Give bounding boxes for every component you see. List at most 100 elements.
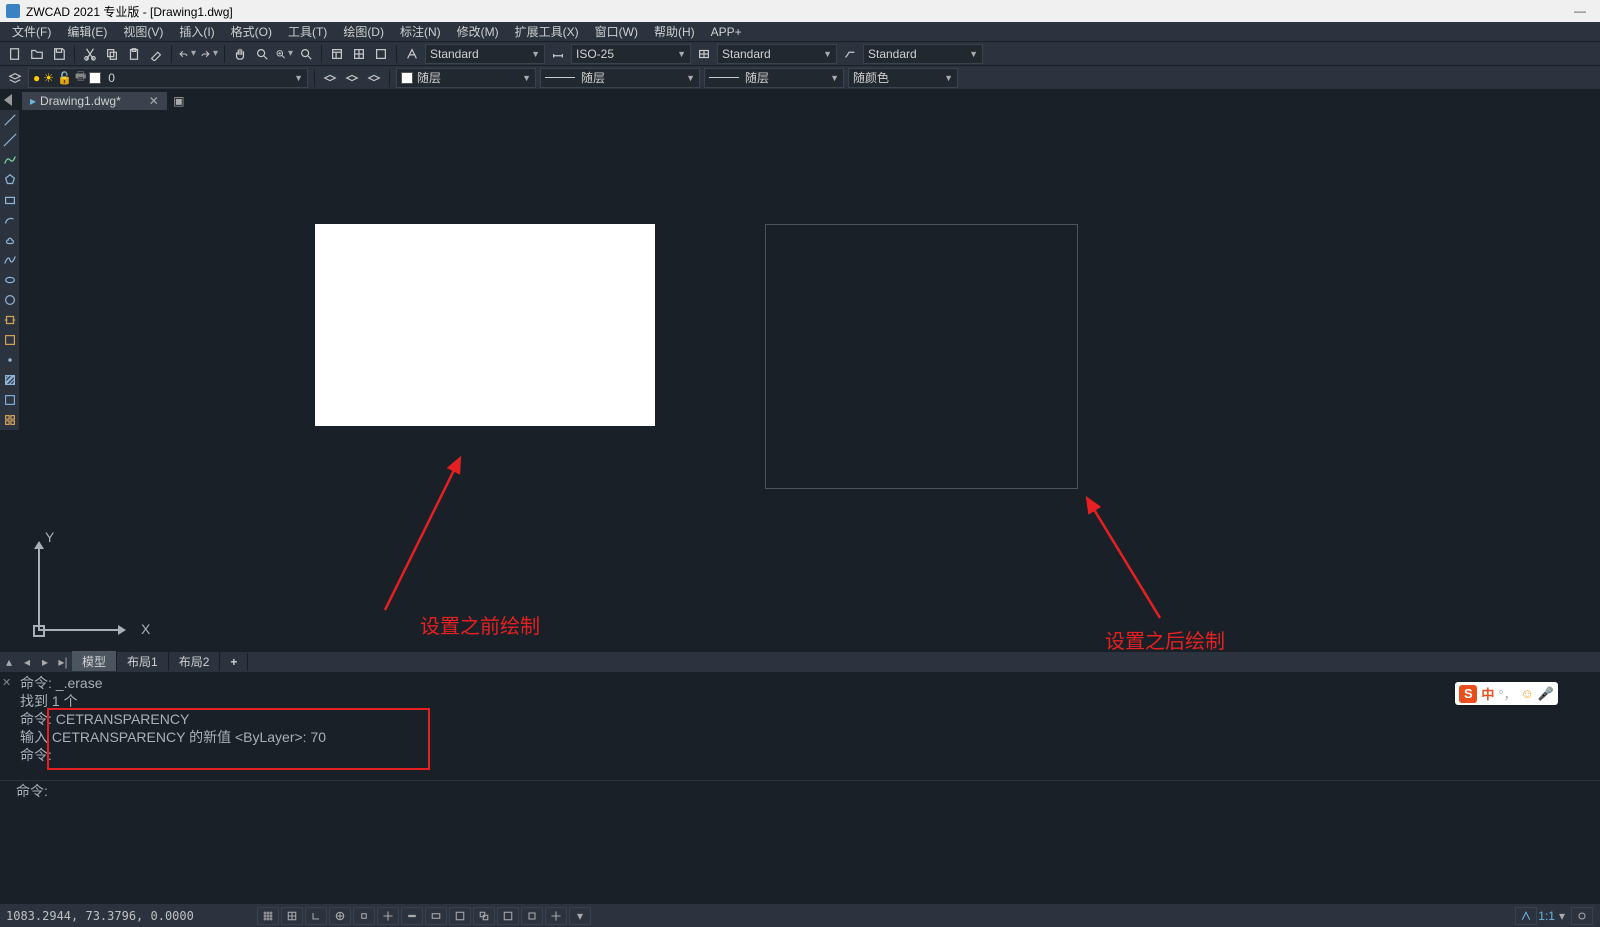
anno-menu-button[interactable]: ▾ xyxy=(1559,909,1565,923)
save-button[interactable] xyxy=(49,44,69,64)
tab-nav-next-button[interactable]: ▸ xyxy=(36,653,54,671)
solid-rectangle-object[interactable] xyxy=(315,224,655,426)
model-toggle-button[interactable] xyxy=(449,907,471,925)
menu-modify[interactable]: 修改(M) xyxy=(449,23,507,40)
menu-help[interactable]: 帮助(H) xyxy=(646,23,703,40)
menu-app[interactable]: APP+ xyxy=(703,25,750,39)
line-tool-button[interactable] xyxy=(1,111,19,129)
ime-mic-icon[interactable]: 🎤 xyxy=(1538,686,1554,702)
paste-button[interactable] xyxy=(124,44,144,64)
layout1-tab[interactable]: 布局1 xyxy=(117,651,169,672)
tab-menu-icon[interactable] xyxy=(4,94,12,106)
add-layout-tab[interactable]: + xyxy=(220,653,248,671)
region-tool-button[interactable] xyxy=(1,411,19,429)
command-input[interactable] xyxy=(48,783,1600,799)
layout2-tab[interactable]: 布局2 xyxy=(169,651,221,672)
snap-toggle-button[interactable] xyxy=(257,907,279,925)
statusbar-more-button[interactable]: ▾ xyxy=(569,907,591,925)
tablestyle-combo[interactable]: Standard▼ xyxy=(717,44,837,64)
ime-emoji-icon[interactable]: ☺ xyxy=(1521,686,1534,701)
osnap-toggle-button[interactable] xyxy=(353,907,375,925)
rectangle-tool-button[interactable] xyxy=(1,191,19,209)
pan-button[interactable] xyxy=(230,44,250,64)
design-center-button[interactable] xyxy=(349,44,369,64)
layer-props-button[interactable] xyxy=(5,68,25,88)
xline-tool-button[interactable] xyxy=(1,131,19,149)
redo-button[interactable]: ▾ xyxy=(199,44,219,64)
annotation-scale-label[interactable]: 1:1 xyxy=(1538,909,1555,923)
zoom-realtime-button[interactable] xyxy=(252,44,272,64)
lineweight-combo[interactable]: 随层▼ xyxy=(704,68,844,88)
ime-indicator[interactable]: S 中 °， ☺ 🎤 xyxy=(1455,682,1558,705)
otrack-toggle-button[interactable] xyxy=(377,907,399,925)
circle-tool-button[interactable] xyxy=(1,291,19,309)
selection-toggle-button[interactable] xyxy=(497,907,519,925)
textstyle-combo[interactable]: Standard▼ xyxy=(425,44,545,64)
layer-states-button[interactable] xyxy=(364,68,384,88)
dyn-input-toggle-button[interactable] xyxy=(425,907,447,925)
menu-extra[interactable]: 扩展工具(X) xyxy=(507,23,587,40)
menu-draw[interactable]: 绘图(D) xyxy=(335,23,392,40)
menu-insert[interactable]: 插入(I) xyxy=(171,23,222,40)
revcloud-tool-button[interactable] xyxy=(1,231,19,249)
linetype-combo[interactable]: 随层▼ xyxy=(540,68,700,88)
quickprops-toggle-button[interactable] xyxy=(545,907,567,925)
anno-visibility-button[interactable] xyxy=(1571,907,1593,925)
anno-scale-icon[interactable] xyxy=(1515,907,1537,925)
tab-nav-first-button[interactable]: ▴ xyxy=(0,653,18,671)
polar-toggle-button[interactable] xyxy=(329,907,351,925)
menu-tools[interactable]: 工具(T) xyxy=(280,23,335,40)
zoom-previous-button[interactable] xyxy=(296,44,316,64)
dimstyle-combo[interactable]: ISO-25▼ xyxy=(571,44,691,64)
spline-tool-button[interactable] xyxy=(1,251,19,269)
layer-combo[interactable]: ● ☀ 🔓 🖶 0 ▼ xyxy=(28,68,308,88)
insert-block-button[interactable] xyxy=(1,311,19,329)
layer-previous-button[interactable] xyxy=(342,68,362,88)
lineweight-toggle-button[interactable] xyxy=(401,907,423,925)
make-current-button[interactable] xyxy=(320,68,340,88)
make-block-button[interactable] xyxy=(1,331,19,349)
match-props-button[interactable] xyxy=(146,44,166,64)
cut-button[interactable] xyxy=(80,44,100,64)
menu-file[interactable]: 文件(F) xyxy=(4,23,59,40)
tab-nav-prev-button[interactable]: ◂ xyxy=(18,653,36,671)
gradient-tool-button[interactable] xyxy=(1,391,19,409)
transparency-toggle-button[interactable] xyxy=(521,907,543,925)
minimize-button[interactable]: — xyxy=(1560,0,1600,22)
menu-view[interactable]: 视图(V) xyxy=(115,23,171,40)
properties-button[interactable] xyxy=(327,44,347,64)
drawing-canvas[interactable]: 设置之前绘制 设置之后绘制 Y X xyxy=(20,110,1600,651)
cycling-toggle-button[interactable] xyxy=(473,907,495,925)
transparent-rectangle-object[interactable] xyxy=(765,224,1078,489)
menu-dimension[interactable]: 标注(N) xyxy=(392,23,449,40)
hatch-tool-button[interactable] xyxy=(1,371,19,389)
document-tab-active[interactable]: ▸ Drawing1.dwg* ✕ xyxy=(22,92,167,110)
menu-format[interactable]: 格式(O) xyxy=(223,23,280,40)
arc-tool-button[interactable] xyxy=(1,211,19,229)
tab-nav-last-button[interactable]: ▸| xyxy=(54,653,72,671)
ortho-toggle-button[interactable] xyxy=(305,907,327,925)
grid-toggle-button[interactable] xyxy=(281,907,303,925)
close-tab-button[interactable]: ✕ xyxy=(149,94,159,108)
layout-tabs: ▴ ◂ ▸ ▸| 模型 布局1 布局2 + xyxy=(0,651,1600,671)
tool-palettes-button[interactable] xyxy=(371,44,391,64)
zoom-window-button[interactable]: ▾ xyxy=(274,44,294,64)
menu-window[interactable]: 窗口(W) xyxy=(587,23,646,40)
new-file-button[interactable] xyxy=(5,44,25,64)
mleaderstyle-combo[interactable]: Standard▼ xyxy=(863,44,983,64)
color-combo[interactable]: 随层▼ xyxy=(396,68,536,88)
polyline-tool-button[interactable] xyxy=(1,151,19,169)
polygon-tool-button[interactable] xyxy=(1,171,19,189)
close-command-button[interactable]: ✕ xyxy=(2,674,11,692)
ellipse-tool-button[interactable] xyxy=(1,271,19,289)
point-tool-button[interactable] xyxy=(1,351,19,369)
new-tab-button[interactable]: ▣ xyxy=(169,91,189,111)
copy-button[interactable] xyxy=(102,44,122,64)
layer-on-icon: ● xyxy=(33,71,40,85)
command-window[interactable]: ✕ 命令: _.erase 找到 1 个 命令: CETRANSPARENCY … xyxy=(0,671,1600,802)
open-file-button[interactable] xyxy=(27,44,47,64)
plotstyle-combo[interactable]: 随颜色▼ xyxy=(848,68,958,88)
undo-button[interactable]: ▾ xyxy=(177,44,197,64)
model-tab[interactable]: 模型 xyxy=(72,651,117,672)
menu-edit[interactable]: 编辑(E) xyxy=(59,23,115,40)
